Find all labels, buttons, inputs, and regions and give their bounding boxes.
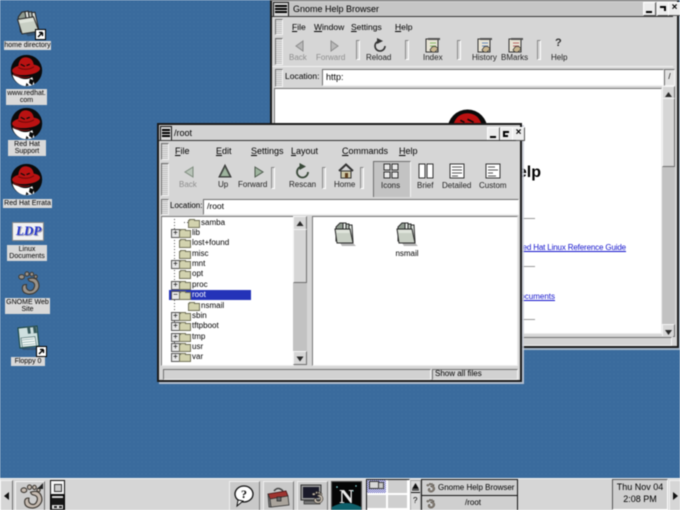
svg-text:?: ? [241,487,247,501]
svg-text:N: N [339,486,354,508]
